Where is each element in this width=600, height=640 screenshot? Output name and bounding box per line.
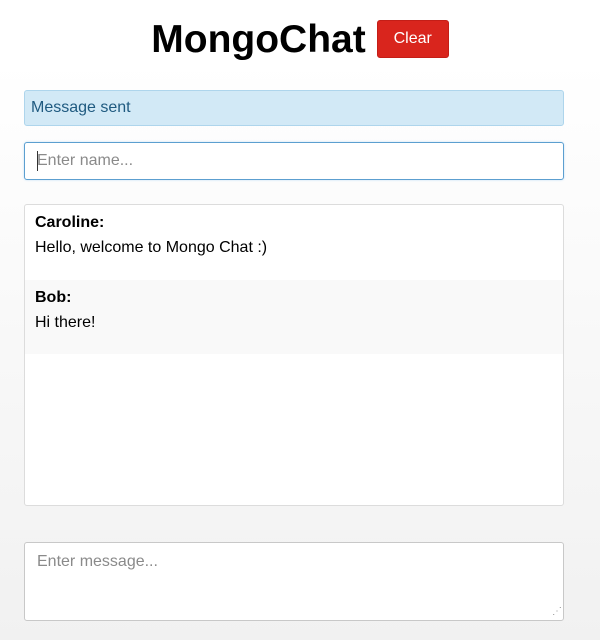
message-text: Hi there!	[35, 314, 96, 331]
message-input[interactable]	[24, 542, 564, 621]
status-alert: Message sent	[24, 90, 564, 126]
message-item: Caroline: Hello, welcome to Mongo Chat :…	[25, 205, 563, 280]
resize-grip-icon[interactable]: ⋰	[550, 607, 562, 619]
message-text: Hello, welcome to Mongo Chat :)	[35, 239, 268, 256]
message-author: Bob:	[35, 289, 72, 306]
message-item: Bob: Hi there!	[25, 280, 563, 354]
message-list: Caroline: Hello, welcome to Mongo Chat :…	[24, 204, 564, 506]
clear-button[interactable]: Clear	[376, 20, 449, 58]
name-input[interactable]	[24, 142, 564, 180]
text-caret	[37, 151, 38, 171]
app-title: MongoChat	[151, 17, 366, 61]
message-author: Caroline:	[35, 214, 105, 231]
header: MongoChat Clear	[0, 0, 600, 78]
